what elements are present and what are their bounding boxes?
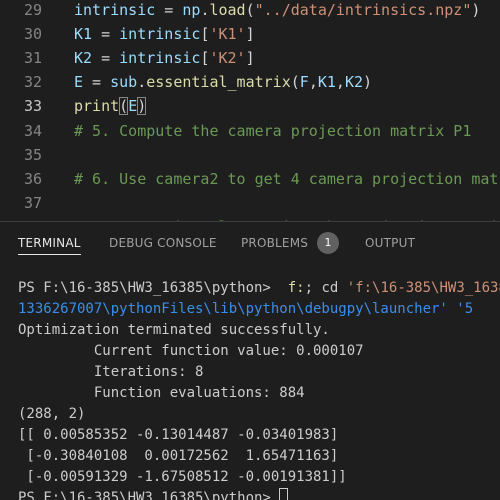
code-token: ] [245, 25, 255, 44]
code-line[interactable]: 32 E = sub.essential_matrix(F,K1,K2) [0, 71, 500, 94]
line-number: 35 [23, 145, 42, 164]
code-token: , [308, 73, 318, 92]
active-tab-indicator [18, 254, 81, 255]
line-number: 32 [23, 73, 42, 92]
terminal-command-line: PS F:\16-385\HW3_16385\python> f:; cd 'f… [18, 278, 500, 299]
code-editor[interactable]: 29 intrinsic = np.load("../data/intrinsic… [0, 0, 500, 221]
code-token: E [74, 73, 84, 92]
terminal-output-line: Optimization terminated successfully. [18, 322, 330, 338]
code-token: , [335, 73, 345, 92]
code-token: = [83, 73, 111, 92]
code-token: load [209, 1, 246, 19]
line-number: 36 [23, 169, 42, 188]
code-text: intrinsic = np.load("../data/intrinsics.… [74, 0, 480, 22]
code-token: K2 [344, 73, 363, 92]
code-token: = [92, 25, 120, 44]
line-number: 31 [23, 49, 42, 68]
terminal-final-prompt: PS F:\16-385\HW3_16385\python> [18, 488, 289, 500]
code-text: # 6. Use camera2 to get 4 camera project… [74, 168, 500, 191]
code-line[interactable]: 37 [0, 192, 500, 215]
tab-terminal[interactable]: TERMINAL [18, 235, 81, 255]
code-token: E [128, 97, 138, 116]
code-text: print(E) [74, 95, 147, 118]
code-token: K1 [74, 25, 93, 44]
code-token: 'K2' [209, 49, 246, 68]
code-text: K1 = intrinsic['K1'] [74, 23, 255, 46]
code-token: = [92, 49, 120, 68]
code-token: F [299, 73, 309, 92]
line-number: 33 [23, 97, 42, 116]
terminal-output-line: (288, 2) [18, 406, 86, 422]
code-line[interactable]: 34 # 5. Compute the camera projection mat… [0, 120, 500, 143]
code-line[interactable]: 30 K1 = intrinsic['K1'] [0, 23, 500, 46]
code-token: essential_matrix [146, 73, 291, 92]
line-number: 34 [23, 121, 42, 140]
problems-count-badge: 1 [317, 232, 339, 254]
code-token: . [137, 73, 147, 92]
code-token: ) [471, 1, 481, 19]
panel-tab-bar: TERMINAL DEBUG CONSOLE PROBLEMS 1 OUTPUT [0, 222, 500, 264]
terminal-launcher-path[interactable]: 1336267007\pythonFiles\lib\python\debugp… [18, 301, 473, 317]
code-token: 'K1' [209, 25, 246, 44]
terminal-output-line: Iterations: 8 [18, 364, 204, 380]
code-line[interactable]: 36 # 6. Use camera2 to get 4 camera proje… [0, 168, 500, 191]
terminal-output-line: [-0.00591329 -1.67508512 -0.00191381]] [18, 469, 347, 485]
code-token: intrinsic [119, 25, 201, 44]
code-token: ( [245, 1, 255, 19]
terminal-output-line: [-0.30840108 0.00172562 1.65471163] [18, 448, 339, 464]
terminal-command-path: 'f:\16-385\HW3_16385\python'; & 'C:\User… [346, 280, 500, 296]
code-token: ( [119, 97, 129, 116]
code-line[interactable]: 33 print(E) [0, 95, 500, 118]
code-token: # 6. Use camera2 to get 4 camera project… [74, 169, 500, 188]
code-token: ) [363, 73, 373, 92]
line-number: 29 [23, 1, 42, 19]
code-token: np [182, 1, 201, 19]
line-number: 37 [23, 193, 42, 212]
code-line[interactable]: 31 K2 = intrinsic['K2'] [0, 47, 500, 70]
tab-problems[interactable]: PROBLEMS [241, 235, 308, 255]
terminal-command: f: [279, 280, 305, 296]
code-text: # 5. Compute the camera projection matri… [74, 120, 471, 143]
code-token: intrinsic [119, 49, 201, 68]
code-token: "../data/intrinsics.npz" [254, 1, 472, 19]
code-token: K1 [317, 73, 336, 92]
code-line[interactable]: 35 [0, 144, 500, 167]
terminal-command-continuation: 1336267007\pythonFiles\lib\python\debugp… [18, 299, 473, 320]
terminal-cursor [279, 488, 289, 500]
terminal-output[interactable]: PS F:\16-385\HW3_16385\python> f:; cd 'f… [0, 264, 500, 500]
terminal-output-line: Current function value: 0.000107 [18, 343, 364, 359]
code-line[interactable]: 29 intrinsic = np.load("../data/intrinsic… [0, 0, 500, 22]
terminal-command-sep: ; cd [304, 280, 347, 296]
code-token: ( [290, 73, 300, 92]
terminal-output-line: [[ 0.00585352 -0.13014487 -0.03401983] [18, 427, 339, 443]
tab-debug-console[interactable]: DEBUG CONSOLE [109, 235, 217, 255]
code-token: # 5. Compute the camera projection matri… [74, 121, 472, 140]
code-token: K2 [74, 49, 93, 68]
code-text: E = sub.essential_matrix(F,K1,K2) [74, 71, 372, 94]
code-token: sub [110, 73, 138, 92]
tab-output[interactable]: OUTPUT [365, 235, 415, 255]
line-number: 30 [23, 25, 42, 44]
code-text: K2 = intrinsic['K2'] [74, 47, 255, 70]
code-token: ] [245, 49, 255, 68]
code-token: = [155, 1, 183, 19]
terminal-output-line: Function evaluations: 884 [18, 385, 305, 401]
code-token: intrinsic [74, 1, 156, 19]
code-token: print [74, 97, 120, 116]
terminal-prompt: PS F:\16-385\HW3_16385\python> [18, 490, 280, 500]
terminal-prompt: PS F:\16-385\HW3_16385\python> [18, 280, 280, 296]
code-token: ) [137, 97, 147, 116]
